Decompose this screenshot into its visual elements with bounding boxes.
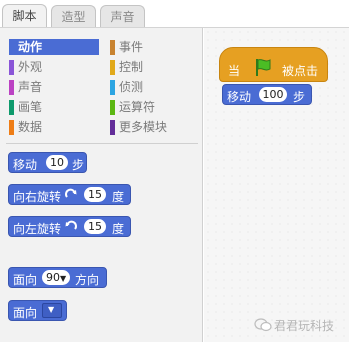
chevron-down-icon: ▼ xyxy=(48,305,55,314)
category-control[interactable]: 控制 xyxy=(110,59,200,75)
category-label: 运算符 xyxy=(119,100,156,114)
tab-sounds[interactable]: 声音 xyxy=(100,5,145,27)
block-label: 向左旋转 xyxy=(13,222,62,236)
degrees-input[interactable]: 15 xyxy=(84,219,106,234)
degrees-input[interactable]: 15 xyxy=(84,187,106,202)
category-events[interactable]: 事件 xyxy=(110,39,200,55)
hat-suffix: 被点击 xyxy=(282,64,319,78)
category-sound[interactable]: 声音 xyxy=(9,79,99,95)
target-dropdown[interactable]: ▼ xyxy=(42,303,62,318)
block-suffix: 度 xyxy=(112,190,125,204)
block-suffix: 步 xyxy=(293,90,306,104)
category-label: 数据 xyxy=(18,120,43,134)
category-pen[interactable]: 画笔 xyxy=(9,99,99,115)
category-looks[interactable]: 外观 xyxy=(9,59,99,75)
green-flag-icon xyxy=(253,57,273,80)
category-more-blocks[interactable]: 更多模块 xyxy=(110,119,200,135)
block-label: 向右旋转 xyxy=(13,190,62,204)
point-towards-block[interactable]: 面向 ▼ xyxy=(8,300,67,321)
block-suffix: 步 xyxy=(72,158,85,172)
category-swatch xyxy=(9,120,14,135)
block-label: 面向 xyxy=(13,273,38,287)
wechat-icon xyxy=(254,317,272,336)
tab-scripts[interactable]: 脚本 xyxy=(2,4,47,28)
palette-separator xyxy=(6,143,198,144)
move-steps-block[interactable]: 移动 10 步 xyxy=(8,152,87,173)
category-swatch xyxy=(110,40,115,55)
hat-prefix: 当 xyxy=(228,64,241,78)
category-motion[interactable]: 动作 xyxy=(9,39,99,55)
block-label: 移动 xyxy=(13,158,38,172)
category-sensing[interactable]: 侦测 xyxy=(110,79,200,95)
category-label: 动作 xyxy=(18,40,43,54)
direction-dropdown[interactable]: 90▼ xyxy=(42,270,70,285)
category-data[interactable]: 数据 xyxy=(9,119,99,135)
category-swatch xyxy=(9,40,14,55)
rotate-clockwise-icon xyxy=(64,188,78,205)
turn-right-block[interactable]: 向右旋转 15 度 xyxy=(8,184,131,205)
script-move-steps-block[interactable]: 移动 100 步 xyxy=(222,84,312,105)
chevron-down-icon: ▼ xyxy=(60,274,67,283)
steps-input[interactable]: 10 xyxy=(46,155,68,170)
category-swatch xyxy=(9,100,14,115)
watermark-text: 君君玩科技 xyxy=(274,319,335,333)
point-in-direction-block[interactable]: 面向 90▼ 方向 xyxy=(8,267,107,288)
category-label: 外观 xyxy=(18,60,43,74)
category-operators[interactable]: 运算符 xyxy=(110,99,200,115)
category-swatch xyxy=(110,60,115,75)
rotate-counterclockwise-icon xyxy=(64,220,78,237)
tab-costumes[interactable]: 造型 xyxy=(51,5,96,27)
block-suffix: 方向 xyxy=(75,273,100,287)
category-label: 声音 xyxy=(18,80,43,94)
category-label: 事件 xyxy=(119,40,144,54)
category-swatch xyxy=(110,100,115,115)
category-label: 侦测 xyxy=(119,80,144,94)
category-swatch xyxy=(9,60,14,75)
category-swatch xyxy=(110,80,115,95)
when-flag-clicked-block[interactable]: 当 被点击 xyxy=(219,47,328,82)
category-swatch xyxy=(110,120,115,135)
block-suffix: 度 xyxy=(112,222,125,236)
category-label: 控制 xyxy=(119,60,144,74)
block-label: 面向 xyxy=(13,306,38,320)
turn-left-block[interactable]: 向左旋转 15 度 xyxy=(8,216,131,237)
steps-input[interactable]: 100 xyxy=(259,87,287,102)
direction-value: 90 xyxy=(46,271,60,284)
category-label: 更多模块 xyxy=(119,120,168,134)
category-swatch xyxy=(9,80,14,95)
block-label: 移动 xyxy=(227,90,252,104)
category-label: 画笔 xyxy=(18,100,43,114)
